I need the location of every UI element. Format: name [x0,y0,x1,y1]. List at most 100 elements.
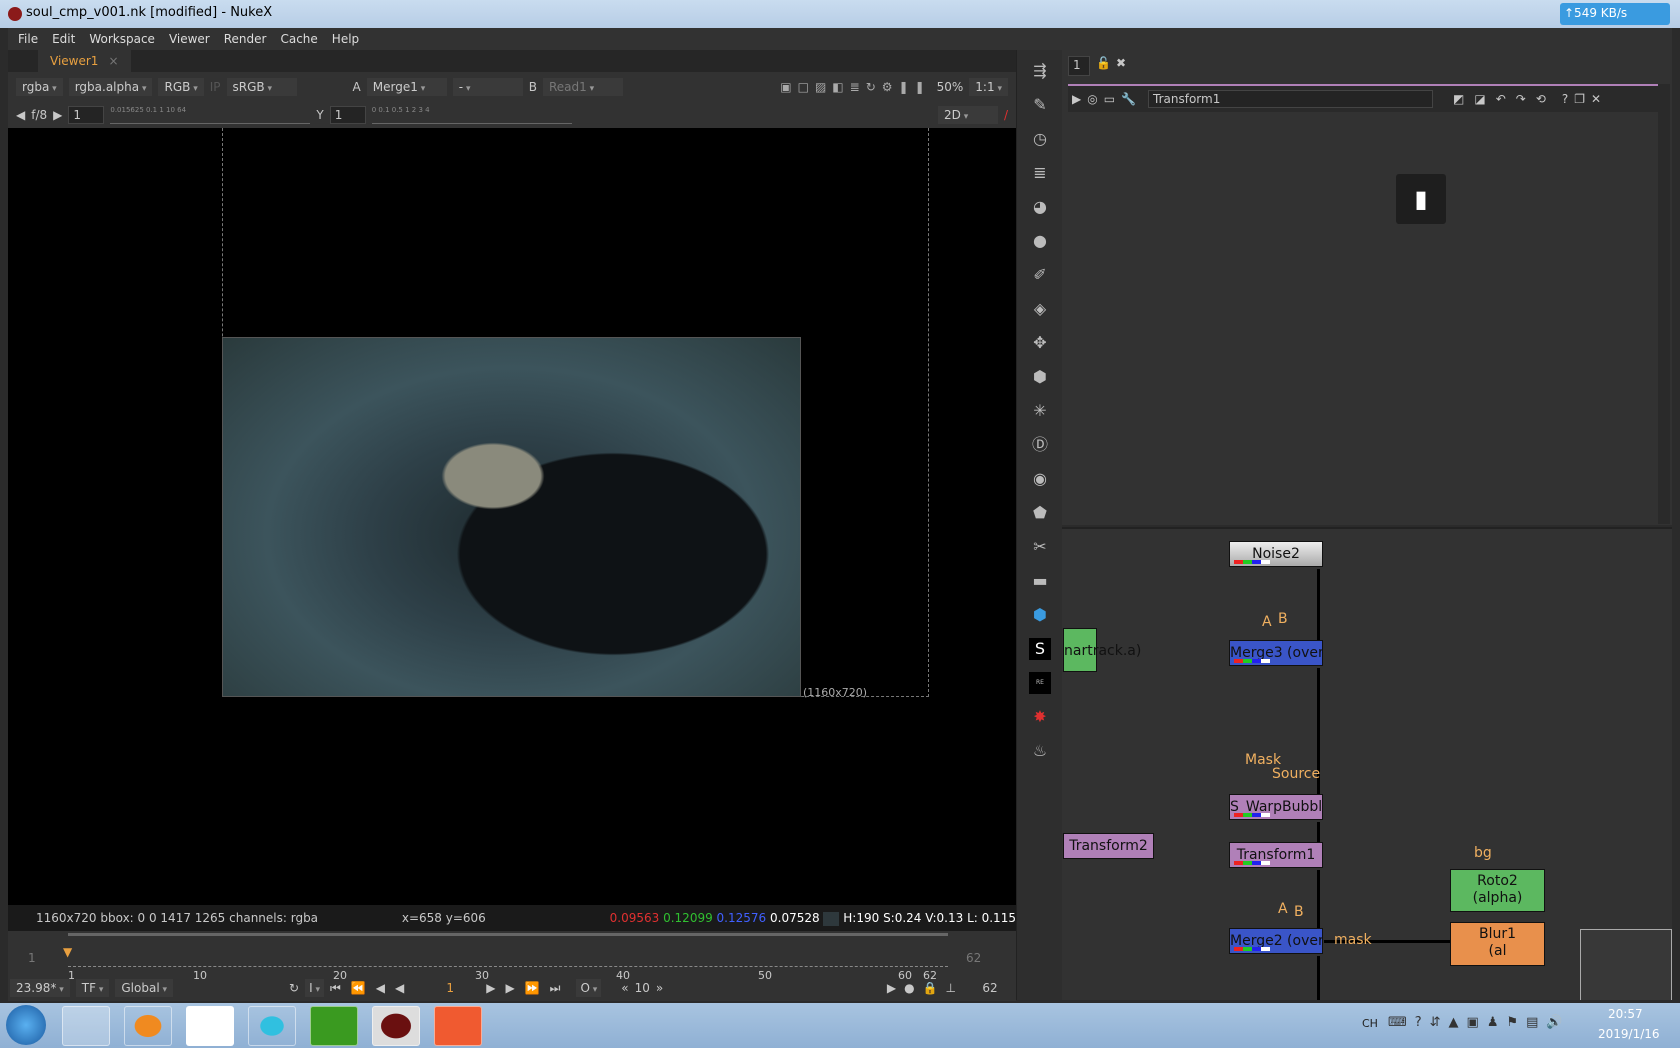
taskbar-browser-icon[interactable] [124,1006,172,1046]
transform-icon[interactable]: ✥ [1029,332,1051,354]
viewer-tool-icons[interactable]: ▣□▨◧≣↻⚙❚❚ [780,80,930,94]
sapphire-icon[interactable]: S [1029,638,1051,660]
graph-minimap[interactable] [1580,929,1672,1000]
wrench-icon[interactable]: 🔧 [1121,92,1136,106]
step-forward-icon[interactable]: » [656,981,663,995]
node-name-field[interactable]: Transform1 [1148,90,1434,108]
operation-dropdown[interactable]: - [452,78,523,96]
other-icon[interactable]: ✂ [1029,536,1051,558]
channel-icon[interactable]: ≣ [1029,162,1051,184]
step-back-icon[interactable]: « [621,981,628,995]
loop-icon[interactable]: ↻ [289,981,299,995]
toolset-icon[interactable]: ⇶ [1029,60,1051,82]
playback-option-icons[interactable]: ▶●🔒⊥ [887,981,964,995]
tf-dropdown[interactable]: TF [75,979,110,997]
gain-field[interactable]: 1 [68,106,105,124]
end-frame-field[interactable]: 62 [970,981,1010,995]
menu-workspace[interactable]: Workspace [89,32,155,46]
gamma-field[interactable]: 1 [329,106,366,124]
scope-dropdown[interactable]: Global [115,979,174,997]
clock-time[interactable]: 20:57 [1608,1007,1643,1021]
node-merge3[interactable]: Merge3 (over) [1229,640,1323,666]
viewer-canvas[interactable]: (1160x720) [8,128,1016,905]
fstop-label[interactable]: f/8 [31,108,47,122]
a-input-dropdown[interactable]: Merge1 [366,78,447,96]
tab-viewer1[interactable]: Viewer1 × [38,50,131,72]
transport-back-icons[interactable]: ⏮⏪◀◀ [330,981,414,996]
start-button[interactable] [6,1005,46,1045]
current-frame-field[interactable]: 1 [420,981,480,995]
expand-icon[interactable]: ▶ [1072,92,1081,106]
lut-dropdown[interactable]: sRGB [226,78,297,96]
close-tab-icon[interactable]: × [108,54,118,68]
pane-count-field[interactable]: 1 [1068,56,1090,76]
fstop-next-icon[interactable]: ▶ [53,108,62,122]
float-icon[interactable]: ❐ [1574,92,1585,106]
view-mode-dropdown[interactable]: 2D [937,106,998,124]
filter-icon[interactable]: ● [1029,230,1051,252]
time-icon[interactable]: ◷ [1029,128,1051,150]
zoom-value[interactable]: 50% [937,80,964,94]
out-point-button[interactable]: O [576,979,602,997]
revision-icon[interactable]: RE [1029,672,1051,694]
fps-dropdown[interactable]: 23.98* [10,979,70,997]
views-icon[interactable]: ◉ [1029,468,1051,490]
timeline-scrubber[interactable]: ▼ [63,941,948,967]
input-icon[interactable]: ▭ [1104,92,1115,106]
deep-icon[interactable]: Ⓓ [1029,434,1051,456]
plugin-cube-icon[interactable]: ⬢ [1029,604,1051,626]
merge-icon[interactable]: ◈ [1029,298,1051,320]
menu-viewer[interactable]: Viewer [169,32,210,46]
in-point-button[interactable]: I [305,979,325,997]
color-icon[interactable]: ◕ [1029,196,1051,218]
node-s-warpbubble1[interactable]: S_WarpBubble1 [1229,794,1323,820]
taskbar-camtasia-icon[interactable] [434,1006,482,1046]
close-panel-icon[interactable]: ✕ [1591,92,1601,106]
node-merge2[interactable]: Merge2 (over) [1229,928,1323,954]
alpha-dropdown[interactable]: rgba.alpha [68,78,153,96]
ip-button[interactable]: IP [210,80,221,94]
taskbar-video-icon[interactable] [248,1006,296,1046]
menu-file[interactable]: File [18,32,38,46]
menu-cache[interactable]: Cache [280,32,317,46]
properties-scrollbar[interactable] [1658,84,1670,524]
clear-panels-icon[interactable]: ✖ [1116,56,1126,70]
menu-edit[interactable]: Edit [52,32,75,46]
menu-help[interactable]: Help [332,32,359,46]
step-field[interactable]: 10 [635,981,650,995]
menu-render[interactable]: Render [224,32,267,46]
gamma-slider[interactable]: 0 0.1 0.5 1 2 3 4 [371,106,572,124]
taskbar-nuke-icon[interactable] [372,1006,420,1046]
node-blur1[interactable]: Blur1 (al [1450,922,1545,966]
paint-icon[interactable]: / [1004,108,1008,122]
ratio-dropdown[interactable]: 1:1 [969,78,1008,96]
clock-date[interactable]: 2019/1/16 [1598,1027,1660,1041]
lock-icon[interactable]: 🔓 [1096,56,1111,70]
view-node-icon[interactable]: ◎ [1087,92,1097,106]
node-noise2[interactable]: Noise2 [1229,541,1323,567]
node-graph[interactable]: Noise2 Merge3 (over) S_WarpBubble1 Trans… [1062,527,1672,1000]
help-icon[interactable]: ? [1562,92,1568,106]
furnace-icon[interactable]: ▬ [1029,570,1051,592]
transport-fwd-icons[interactable]: ▶▶⏩⏭ [486,981,570,996]
plugin-flame-icon[interactable]: ♨ [1029,740,1051,762]
paint-brush-icon[interactable]: ✎ [1029,94,1051,116]
node-transform1[interactable]: Transform1 [1229,842,1323,868]
display-dropdown[interactable]: RGB [158,78,204,96]
language-indicator[interactable]: CH [1362,1017,1378,1030]
taskbar-camtasia-green-icon[interactable] [310,1006,358,1046]
taskbar-explorer-icon[interactable] [62,1006,110,1046]
node-transform2[interactable]: Transform2 [1063,833,1154,859]
node-planartrack[interactable]: nartrack.a) [1063,628,1141,672]
playhead-icon[interactable]: ▼ [63,945,72,959]
taskbar-baidu-icon[interactable] [186,1006,234,1046]
3d-icon[interactable]: ⬢ [1029,366,1051,388]
metadata-icon[interactable]: ⬟ [1029,502,1051,524]
tray-icons[interactable]: ⌨?⇵▲▣♟⚑▤🔊 [1388,1015,1571,1030]
particles-icon[interactable]: ✳ [1029,400,1051,422]
node-toolbar-icons[interactable]: ◩◪↶↷⟲ [1453,92,1556,106]
node-roto2[interactable]: Roto2 (alpha) [1450,869,1545,912]
b-input-dropdown[interactable]: Read1 [542,78,623,96]
channels-dropdown[interactable]: rgba [16,78,63,96]
fstop-prev-icon[interactable]: ◀ [16,108,25,122]
